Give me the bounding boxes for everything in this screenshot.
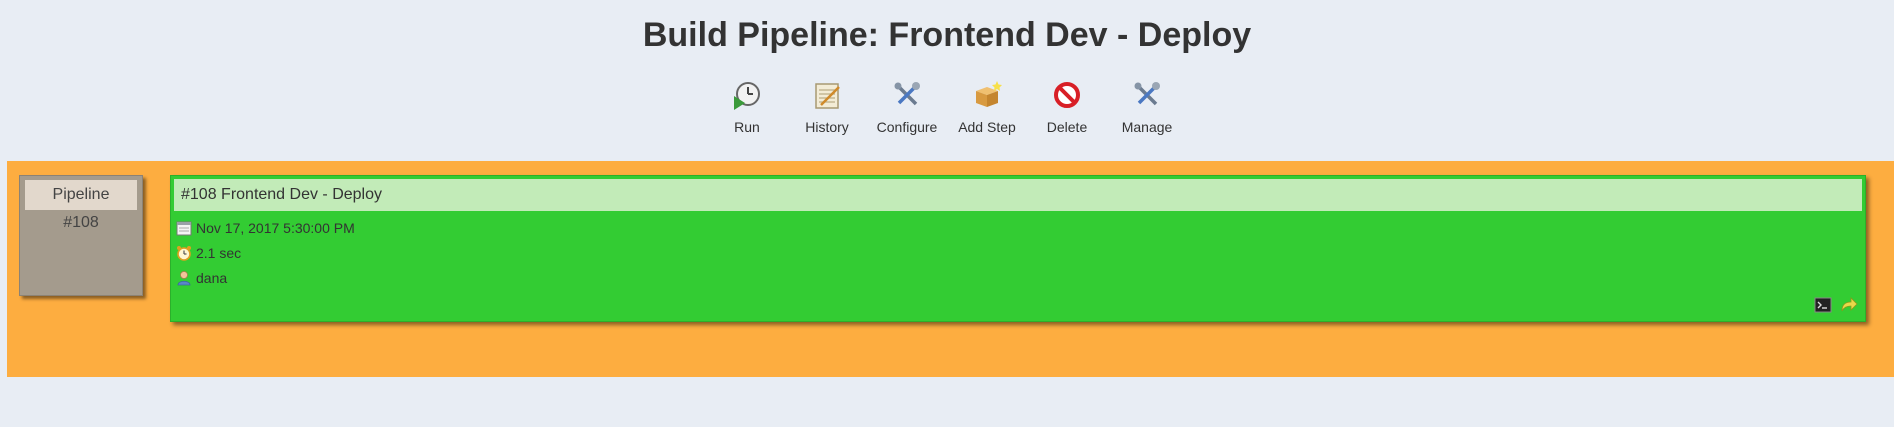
delete-label: Delete [1046, 119, 1088, 135]
pipeline-number: #108 [63, 214, 99, 231]
history-label: History [805, 119, 849, 135]
delete-button[interactable]: Delete [1027, 78, 1107, 135]
pipeline-box[interactable]: Pipeline #108 [19, 175, 143, 296]
build-duration-row: 2.1 sec [175, 244, 241, 261]
build-title[interactable]: #108 Frontend Dev - Deploy [174, 179, 1862, 211]
pipeline-label: Pipeline [25, 180, 137, 210]
configure-button[interactable]: Configure [867, 78, 947, 135]
toolbar: Run History Configure Add Step Delete Ma… [0, 78, 1894, 135]
configure-label: Configure [876, 119, 938, 135]
run-label: Run [734, 119, 760, 135]
user-icon [175, 269, 192, 286]
build-date: Nov 17, 2017 5:30:00 PM [196, 219, 355, 236]
manage-icon [1130, 78, 1164, 112]
manage-button[interactable]: Manage [1107, 78, 1187, 135]
alarm-clock-icon [175, 244, 192, 261]
run-button[interactable]: Run [707, 78, 787, 135]
build-user-row: dana [175, 269, 227, 286]
build-user[interactable]: dana [196, 270, 227, 286]
add-step-button[interactable]: Add Step [947, 78, 1027, 135]
add-step-icon [970, 78, 1004, 112]
build-card[interactable]: #108 Frontend Dev - Deploy Nov 17, 2017 … [170, 175, 1866, 322]
console-icon[interactable] [1813, 295, 1833, 315]
history-button[interactable]: History [787, 78, 867, 135]
add-step-label: Add Step [958, 119, 1016, 135]
build-actions [1813, 295, 1859, 315]
calendar-icon [175, 219, 192, 236]
manage-label: Manage [1121, 119, 1173, 135]
build-duration: 2.1 sec [196, 244, 242, 261]
history-icon [810, 78, 844, 112]
run-icon [730, 78, 764, 112]
delete-icon [1050, 78, 1084, 112]
page-title: Build Pipeline: Frontend Dev - Deploy [642, 16, 1252, 54]
configure-icon [890, 78, 924, 112]
build-date-row: Nov 17, 2017 5:30:00 PM [175, 219, 355, 236]
rerun-arrow-icon[interactable] [1839, 295, 1859, 315]
